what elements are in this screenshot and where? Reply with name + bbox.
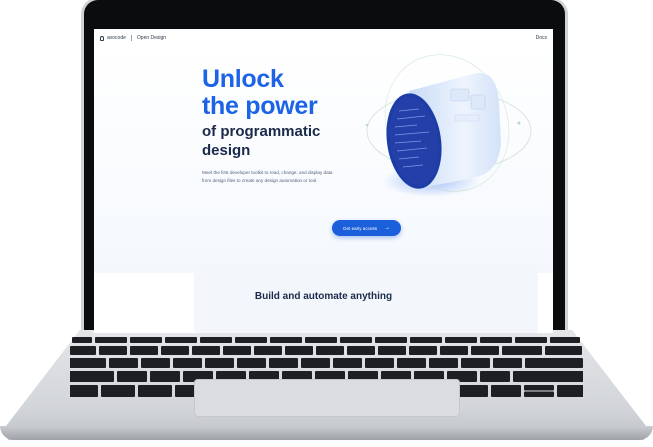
brand[interactable]: avocode Open Design — [100, 35, 166, 41]
laptop-base-edge — [0, 426, 653, 440]
product-name: Open Design — [136, 35, 167, 41]
cta-label: Get early access — [342, 225, 378, 231]
hero-headline: Unlock the power of programmatic design — [202, 66, 320, 160]
laptop-screen: avocode Open Design Docs Unlock the powe… — [94, 29, 553, 333]
hero-description: Meet the first developer toolkit to read… — [202, 170, 333, 183]
features-title: Build and automate anything — [254, 291, 393, 302]
hero-title-line1: Unlock — [202, 65, 284, 93]
top-nav: avocode Open Design Docs — [94, 29, 553, 47]
laptop-device: avocode Open Design Docs Unlock the powe… — [0, 0, 653, 447]
hero-title-line2: the power — [202, 92, 318, 120]
docs-link[interactable]: Docs — [536, 35, 547, 41]
brand-divider — [130, 35, 132, 41]
avocode-logo-icon — [100, 35, 104, 41]
hero-subtitle-line2: design — [202, 142, 251, 159]
brand-name: avocode — [107, 35, 126, 41]
hero-subtitle-line1: of programmatic — [202, 123, 321, 140]
trackpad — [194, 379, 460, 417]
arrow-right-icon: → — [384, 225, 391, 231]
get-early-access-button[interactable]: Get early access → — [332, 220, 401, 236]
hero-illustration — [365, 54, 532, 197]
